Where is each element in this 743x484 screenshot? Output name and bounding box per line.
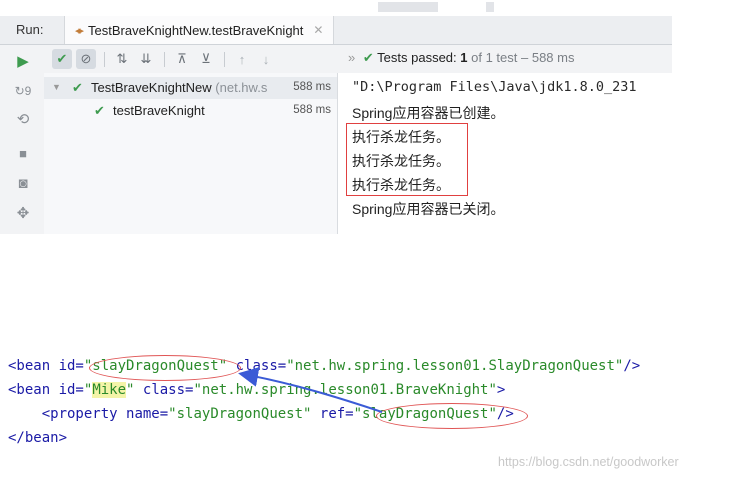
watermark-text: https://blog.csdn.net/goodworker <box>498 455 679 469</box>
annotation-arrow <box>238 366 383 413</box>
